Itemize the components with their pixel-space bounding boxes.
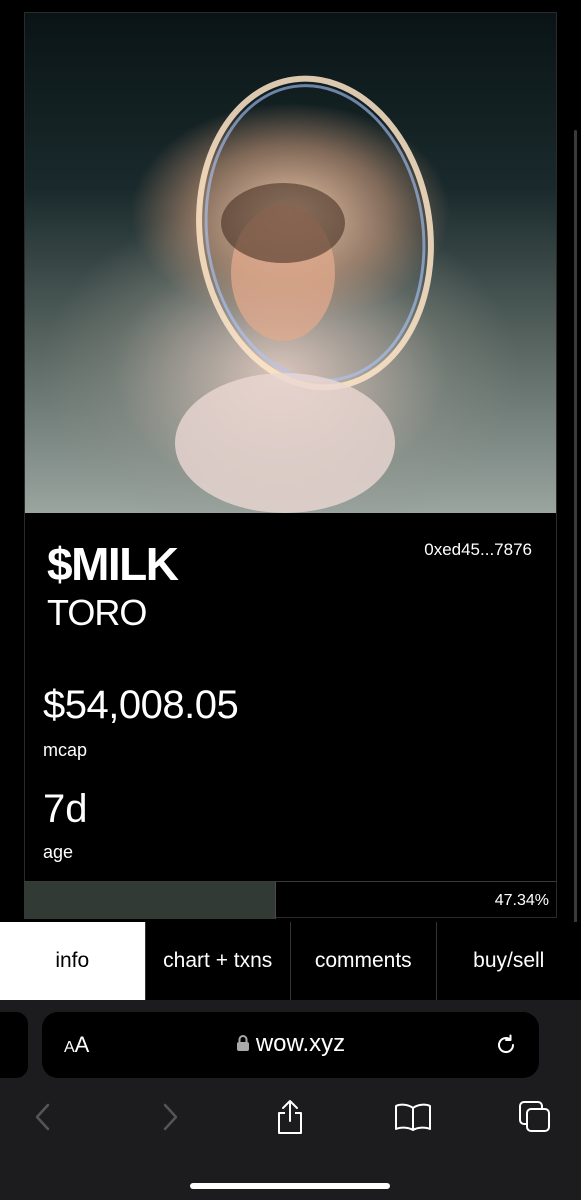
url-display[interactable]: wow.xyz bbox=[42, 1032, 539, 1057]
url-text: wow.xyz bbox=[255, 1030, 346, 1057]
tab-bar: info chart + txns comments buy/sell bbox=[0, 922, 581, 1000]
token-ticker: $MILK bbox=[47, 538, 179, 590]
age-value: 7d bbox=[43, 787, 88, 831]
tab-info[interactable]: info bbox=[0, 922, 145, 1000]
progress-fill bbox=[24, 882, 277, 919]
tabs-icon[interactable] bbox=[510, 1092, 560, 1142]
market-cap-value: $54,008.05 bbox=[43, 683, 239, 727]
browser-toolbar bbox=[0, 1092, 581, 1142]
share-icon[interactable] bbox=[265, 1092, 315, 1142]
contract-address[interactable]: 0xed45...7876 bbox=[424, 541, 532, 558]
tab-chart-txns[interactable]: chart + txns bbox=[144, 922, 290, 1000]
tab-comments[interactable]: comments bbox=[290, 922, 436, 1000]
token-name: TORO bbox=[47, 592, 147, 633]
reload-icon[interactable] bbox=[493, 1032, 519, 1063]
age-label: age bbox=[43, 842, 74, 862]
back-icon[interactable] bbox=[18, 1092, 68, 1142]
bookmarks-icon[interactable] bbox=[388, 1092, 438, 1142]
progress-percent: 47.34% bbox=[494, 892, 549, 909]
market-cap-label: mcap bbox=[43, 740, 88, 760]
token-card: $MILK TORO 0xed45...7876 $54,008.05 mcap… bbox=[24, 12, 557, 919]
home-indicator bbox=[190, 1183, 390, 1189]
address-bar[interactable]: AA wow.xyz bbox=[42, 1012, 539, 1078]
bonding-progress-bar: 47.34% bbox=[24, 881, 557, 919]
scroll-indicator[interactable] bbox=[574, 130, 577, 940]
browser-chrome: AA wow.xyz bbox=[0, 1000, 581, 1200]
token-info: $MILK TORO 0xed45...7876 $54,008.05 mcap… bbox=[25, 513, 556, 881]
lock-icon bbox=[236, 1033, 250, 1057]
tab-buy-sell[interactable]: buy/sell bbox=[435, 922, 581, 1000]
forward-icon[interactable] bbox=[145, 1092, 195, 1142]
token-image bbox=[25, 13, 556, 513]
previous-tab-preview[interactable] bbox=[0, 1012, 28, 1078]
